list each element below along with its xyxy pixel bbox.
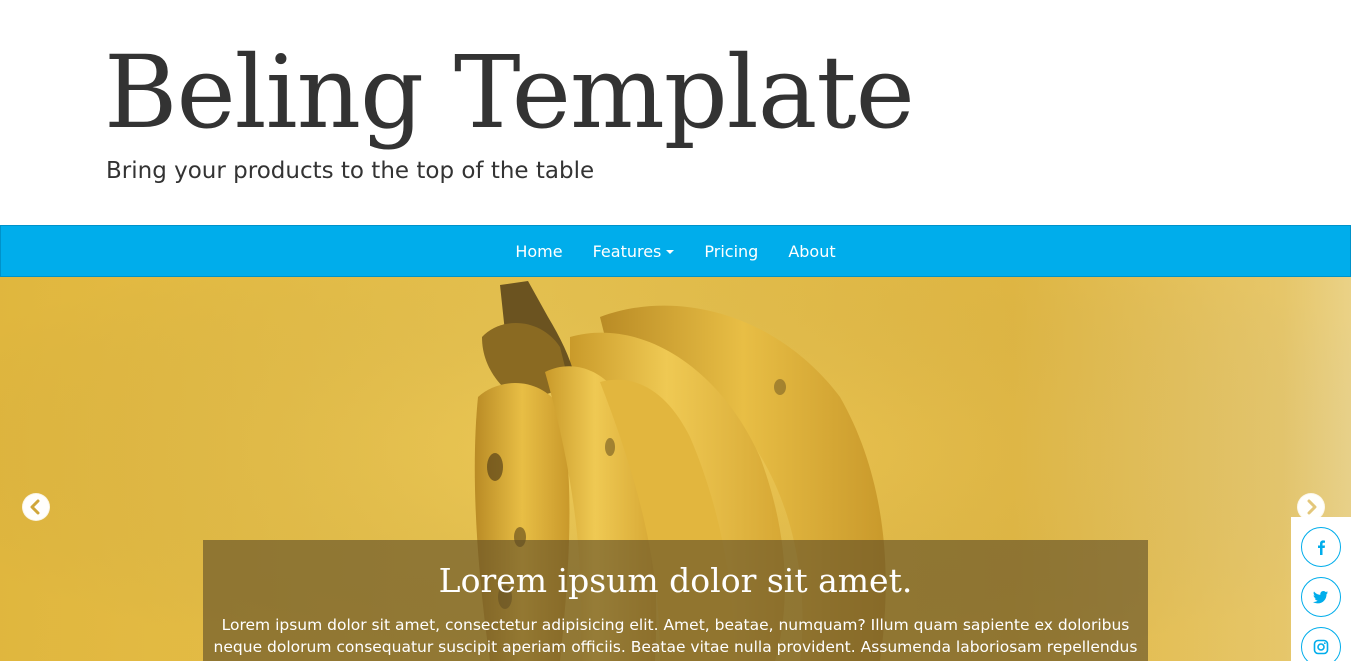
nav-item-home[interactable]: Home xyxy=(500,242,577,261)
caption-text: Lorem ipsum dolor sit amet, consectetur … xyxy=(213,616,1138,661)
chevron-left-circle-icon xyxy=(23,494,49,520)
caption-title: Lorem ipsum dolor sit amet. xyxy=(438,561,913,600)
instagram-button[interactable] xyxy=(1301,627,1341,661)
nav-item-about[interactable]: About xyxy=(773,242,850,261)
site-header: Beling Template Bring your products to t… xyxy=(0,0,1351,225)
instagram-icon xyxy=(1313,639,1329,655)
caret-down-icon xyxy=(666,250,675,254)
twitter-button[interactable] xyxy=(1301,577,1341,617)
nav-item-features-label: Features xyxy=(592,241,662,261)
facebook-icon xyxy=(1318,540,1325,555)
hero-carousel: Lorem ipsum dolor sit amet. Lorem ipsum … xyxy=(0,277,1351,661)
nav-item-features[interactable]: Features xyxy=(578,242,690,261)
social-bar xyxy=(1291,517,1351,661)
main-navbar: Home Features Pricing About xyxy=(0,225,1351,277)
carousel-prev-button[interactable] xyxy=(22,493,50,521)
nav-item-home-label: Home xyxy=(515,241,563,261)
nav-item-pricing[interactable]: Pricing xyxy=(689,242,773,261)
nav-list: Home Features Pricing About xyxy=(1,226,1350,276)
site-title: Beling Template xyxy=(104,34,915,151)
carousel-caption: Lorem ipsum dolor sit amet. Lorem ipsum … xyxy=(203,540,1148,661)
site-tagline: Bring your products to the top of the ta… xyxy=(106,158,595,184)
nav-item-about-label: About xyxy=(788,241,836,261)
nav-item-pricing-label: Pricing xyxy=(704,241,759,261)
facebook-button[interactable] xyxy=(1301,527,1341,567)
twitter-icon xyxy=(1313,591,1328,604)
